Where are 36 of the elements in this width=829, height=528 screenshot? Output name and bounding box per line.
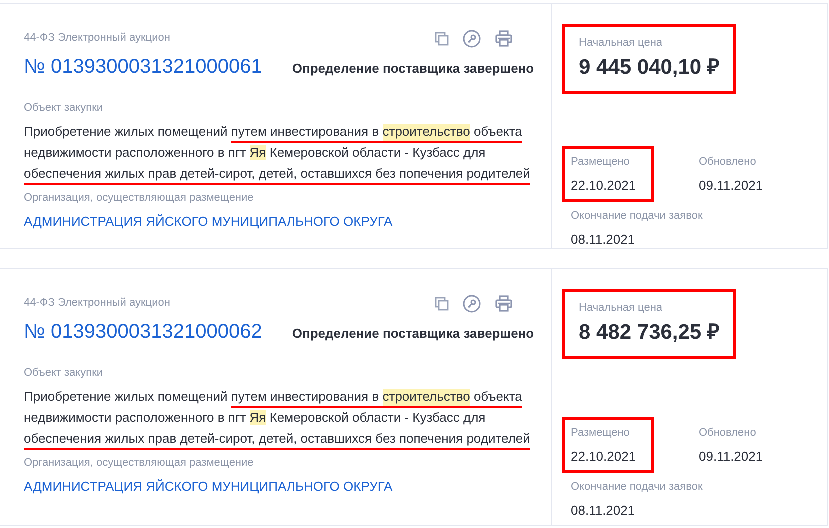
price-value: 8 482 736,25 ₽ <box>579 320 720 346</box>
price-label: Начальная цена <box>579 301 664 316</box>
key-icon[interactable] <box>463 30 481 48</box>
date-label: Размещено <box>571 155 631 170</box>
copy-icon[interactable] <box>435 297 449 311</box>
organization-link[interactable]: АДМИНИСТРАЦИЯ ЯЙСКОГО МУНИЦИПАЛЬНОГО ОКРУГА <box>24 477 393 496</box>
date-value: 09.11.2021 <box>699 448 764 466</box>
date-value: 22.10.2021 <box>571 176 637 194</box>
date-label: Размещено <box>571 426 631 441</box>
status-text: Определение поставщика завершено <box>292 325 534 343</box>
section-label: Организация, осуществляющая размещение <box>24 190 255 206</box>
date-label: Обновлено <box>699 155 758 170</box>
procurement-description: Приобретение жилых помещений путем инвестирования в строительство объекта недвижимости расположенного в пгт Яя Кемеровской области - Кузбасс для обеспечения жилых прав детей-сирот, детей, оставшихся без попечения родителей <box>17 386 551 448</box>
status-text: Определение поставщика завершено <box>292 60 534 78</box>
date-label: Окончание подачи заявок <box>571 480 704 495</box>
date-label: Обновлено <box>699 426 758 441</box>
procurement-description: Приобретение жилых помещений путем инвестирования в строительство объекта недвижимости расположенного в пгт Яя Кемеровской области - Кузбасс для обеспечения жилых прав детей-сирот, детей, оставшихся без попечения родителей <box>17 120 551 184</box>
date-value: 09.11.2021 <box>699 176 764 194</box>
procurement-number-link[interactable]: № 0139300031321000061 <box>24 52 262 82</box>
key-icon[interactable] <box>463 295 481 313</box>
price-value: 9 445 040,10 ₽ <box>579 54 720 80</box>
copy-icon[interactable] <box>435 32 449 46</box>
price-label: Начальная цена <box>579 36 664 51</box>
section-label: Объект закупки <box>24 366 104 381</box>
date-value: 08.11.2021 <box>571 502 636 520</box>
organization-link[interactable]: АДМИНИСТРАЦИЯ ЯЙСКОГО МУНИЦИПАЛЬНОГО ОКРУГА <box>24 212 393 232</box>
procurement-number-link[interactable]: № 0139300031321000062 <box>24 317 262 347</box>
print-icon[interactable] <box>495 30 513 48</box>
law-type-label: 44-ФЗ Электронный аукцион <box>24 296 170 311</box>
date-label: Окончание подачи заявок <box>571 209 704 224</box>
section-label: Объект закупки <box>24 101 104 116</box>
law-type-label: 44-ФЗ Электронный аукцион <box>24 31 170 46</box>
date-value: 08.11.2021 <box>571 230 636 248</box>
section-label: Организация, осуществляющая размещение <box>24 456 255 470</box>
date-value: 22.10.2021 <box>571 448 637 466</box>
print-icon[interactable] <box>495 295 513 313</box>
